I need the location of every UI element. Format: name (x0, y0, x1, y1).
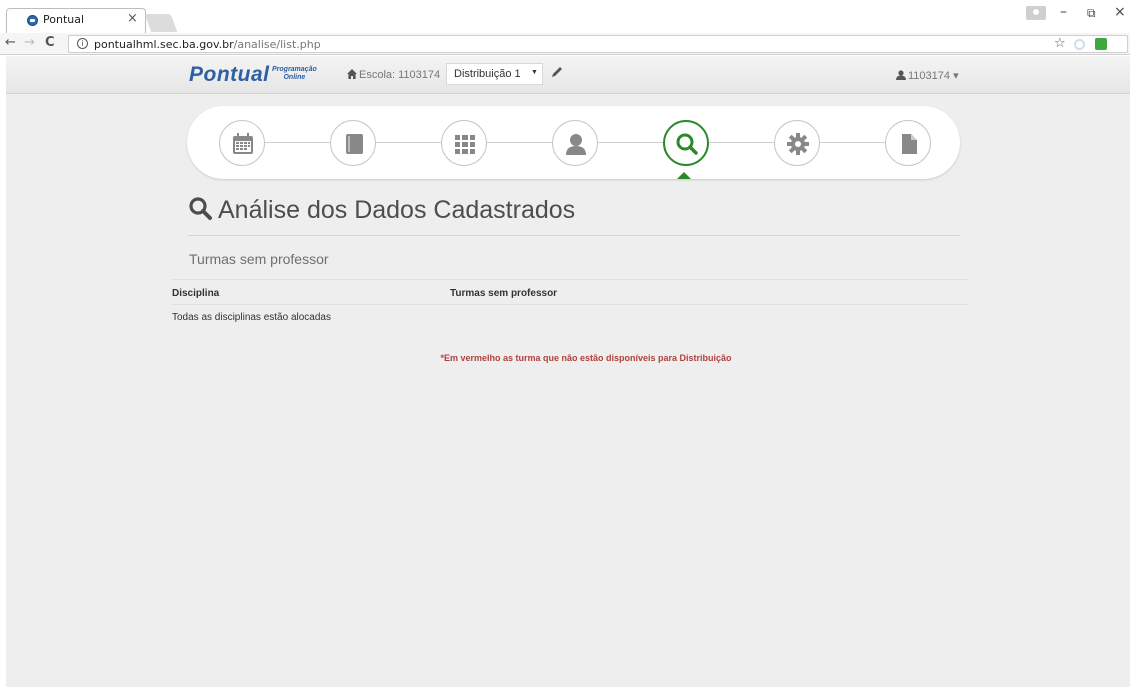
url-path: /analise/list.php (233, 38, 321, 51)
section-title: Turmas sem professor (189, 251, 329, 267)
column-header-turmas: Turmas sem professor (450, 288, 558, 299)
extension-green-icon[interactable] (1095, 38, 1107, 50)
book-icon (346, 134, 363, 154)
user-icon (896, 70, 906, 80)
step-user[interactable] (552, 120, 598, 166)
step-navigation (187, 106, 960, 179)
page-title: Análise dos Dados Cadastrados (188, 196, 575, 225)
browser-tabstrip: Pontual × – ⧉ × (0, 0, 1130, 33)
favicon-icon (27, 15, 38, 26)
url-field[interactable]: i pontualhml.sec.ba.gov.br/analise/list.… (68, 35, 1128, 53)
user-icon (566, 134, 586, 155)
bookmark-star-icon[interactable]: ☆ (1054, 36, 1066, 51)
new-tab-button[interactable] (144, 14, 178, 32)
calendar-icon (233, 133, 253, 154)
dropdown-arrow-icon: ▼ (531, 69, 538, 76)
document-icon (902, 134, 917, 154)
brand-subtitle: Programação Online (272, 66, 317, 82)
gear-icon (787, 133, 809, 155)
window-close-button[interactable]: × (1114, 4, 1126, 20)
close-tab-icon[interactable]: × (127, 11, 138, 27)
step-book[interactable] (330, 120, 376, 166)
tab-title: Pontual (43, 13, 85, 26)
step-settings[interactable] (774, 120, 820, 166)
step-document[interactable] (885, 120, 931, 166)
minimize-button[interactable]: – (1060, 4, 1067, 20)
browser-tab[interactable]: Pontual × (6, 8, 146, 33)
search-icon (189, 197, 212, 220)
user-menu[interactable]: 1103174 ▾ (896, 69, 959, 82)
distribuicao-value: Distribuição 1 (454, 68, 521, 80)
reload-icon[interactable]: C (45, 35, 55, 50)
page-title-text: Análise dos Dados Cadastrados (218, 196, 576, 224)
restore-button[interactable]: ⧉ (1087, 6, 1096, 21)
step-search[interactable] (663, 120, 709, 166)
table-header-row: Disciplina Turmas sem professor (172, 279, 969, 305)
table-row: Todas as disciplinas estão alocadas (172, 309, 969, 329)
brand-subtitle-line2: Online (283, 74, 306, 81)
title-divider (188, 235, 960, 236)
home-icon (347, 69, 357, 79)
search-icon (676, 133, 698, 155)
address-bar: ← → C i pontualhml.sec.ba.gov.br/analise… (0, 33, 1130, 55)
step-calendar[interactable] (219, 120, 265, 166)
profile-icon[interactable] (1026, 6, 1046, 20)
escola-label[interactable]: Escola: 1103174 (359, 69, 440, 81)
user-id: 1103174 ▾ (908, 70, 959, 82)
active-step-caret (677, 172, 691, 179)
brand-subtitle-line1: Programação (272, 66, 317, 73)
back-icon[interactable]: ← (5, 35, 16, 50)
app-page: Pontual Programação Online Escola: 11031… (6, 56, 1130, 687)
distribuicao-select[interactable]: Distribuição 1 ▼ (446, 63, 543, 85)
column-header-disciplina: Disciplina (172, 288, 220, 299)
step-grid[interactable] (441, 120, 487, 166)
grid-icon (455, 135, 475, 154)
forward-icon[interactable]: → (24, 35, 35, 50)
pencil-icon[interactable] (551, 66, 563, 78)
url-text: pontualhml.sec.ba.gov.br/analise/list.ph… (94, 38, 321, 51)
extension-icon[interactable] (1074, 39, 1085, 50)
brand-logo[interactable]: Pontual (189, 63, 270, 87)
top-navbar: Pontual Programação Online Escola: 11031… (6, 56, 1130, 94)
empty-message: Todas as disciplinas estão alocadas (172, 312, 331, 323)
distribution-footnote: *Em vermelho as turma que não estão disp… (440, 353, 732, 363)
site-info-icon[interactable]: i (77, 38, 88, 49)
url-host: pontualhml.sec.ba.gov.br (94, 38, 234, 51)
